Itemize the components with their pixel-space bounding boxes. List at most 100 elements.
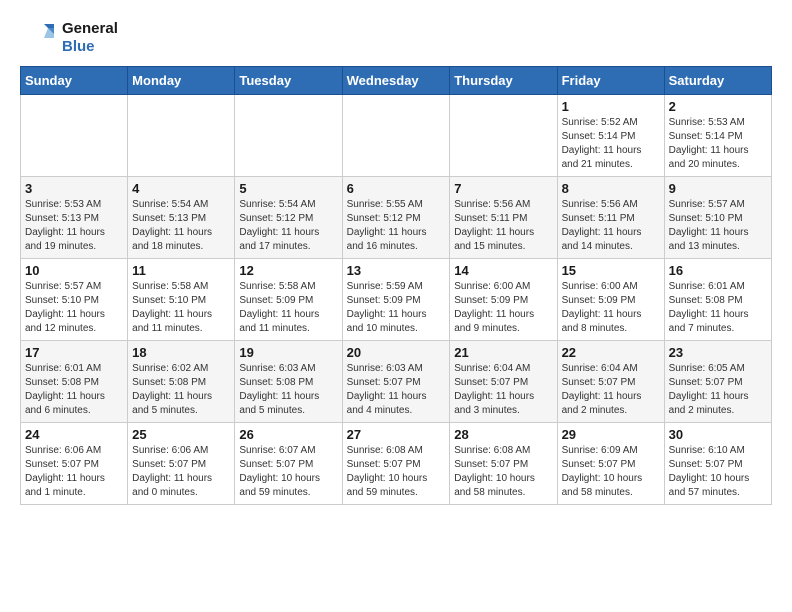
day-number: 29 [562, 427, 660, 442]
day-number: 18 [132, 345, 230, 360]
day-number: 7 [454, 181, 552, 196]
day-cell: 30 Sunrise: 6:10 AM Sunset: 5:07 PM Dayli… [664, 423, 771, 505]
day-info: Sunrise: 5:52 AM Sunset: 5:14 PM Dayligh… [562, 116, 660, 172]
day-info: Sunrise: 6:08 AM Sunset: 5:07 PM Dayligh… [454, 444, 552, 500]
day-cell [450, 95, 557, 177]
day-number: 15 [562, 263, 660, 278]
logo: General Blue [20, 20, 118, 56]
day-info: Sunrise: 5:57 AM Sunset: 5:10 PM Dayligh… [25, 280, 123, 336]
day-info: Sunrise: 6:01 AM Sunset: 5:08 PM Dayligh… [25, 362, 123, 418]
week-row-3: 10 Sunrise: 5:57 AM Sunset: 5:10 PM Dayli… [21, 259, 772, 341]
day-info: Sunrise: 6:05 AM Sunset: 5:07 PM Dayligh… [669, 362, 767, 418]
day-cell: 28 Sunrise: 6:08 AM Sunset: 5:07 PM Dayli… [450, 423, 557, 505]
header-row: SundayMondayTuesdayWednesdayThursdayFrid… [21, 67, 772, 95]
day-number: 12 [239, 263, 337, 278]
day-cell: 8 Sunrise: 5:56 AM Sunset: 5:11 PM Daylig… [557, 177, 664, 259]
col-header-saturday: Saturday [664, 67, 771, 95]
day-number: 4 [132, 181, 230, 196]
day-number: 10 [25, 263, 123, 278]
day-info: Sunrise: 6:03 AM Sunset: 5:08 PM Dayligh… [239, 362, 337, 418]
day-cell [128, 95, 235, 177]
day-cell: 18 Sunrise: 6:02 AM Sunset: 5:08 PM Dayli… [128, 341, 235, 423]
col-header-thursday: Thursday [450, 67, 557, 95]
day-cell: 24 Sunrise: 6:06 AM Sunset: 5:07 PM Dayli… [21, 423, 128, 505]
day-cell: 21Sunrise: 6:04 AM Sunset: 5:07 PM Dayli… [450, 341, 557, 423]
day-number: 14 [454, 263, 552, 278]
day-number: 28 [454, 427, 552, 442]
week-row-2: 3 Sunrise: 5:53 AM Sunset: 5:13 PM Daylig… [21, 177, 772, 259]
day-info: Sunrise: 5:58 AM Sunset: 5:10 PM Dayligh… [132, 280, 230, 336]
day-info: Sunrise: 5:53 AM Sunset: 5:14 PM Dayligh… [669, 116, 767, 172]
day-cell: 27 Sunrise: 6:08 AM Sunset: 5:07 PM Dayli… [342, 423, 450, 505]
day-info: Sunrise: 5:53 AM Sunset: 5:13 PM Dayligh… [25, 198, 123, 254]
day-info: Sunrise: 6:02 AM Sunset: 5:08 PM Dayligh… [132, 362, 230, 418]
day-cell: 16 Sunrise: 6:01 AM Sunset: 5:08 PM Dayli… [664, 259, 771, 341]
day-info: Sunrise: 6:00 AM Sunset: 5:09 PM Dayligh… [562, 280, 660, 336]
day-info: Sunrise: 6:04 AM Sunset: 5:07 PM Dayligh… [562, 362, 660, 418]
day-number: 16 [669, 263, 767, 278]
day-number: 17 [25, 345, 123, 360]
day-cell: 1 Sunrise: 5:52 AM Sunset: 5:14 PM Daylig… [557, 95, 664, 177]
day-cell: 10 Sunrise: 5:57 AM Sunset: 5:10 PM Dayli… [21, 259, 128, 341]
day-number: 9 [669, 181, 767, 196]
day-info: Sunrise: 5:57 AM Sunset: 5:10 PM Dayligh… [669, 198, 767, 254]
col-header-sunday: Sunday [21, 67, 128, 95]
day-cell: 5Sunrise: 5:54 AM Sunset: 5:12 PM Daylig… [235, 177, 342, 259]
header: General Blue [20, 20, 772, 56]
day-number: 2 [669, 99, 767, 114]
day-cell: 11Sunrise: 5:58 AM Sunset: 5:10 PM Dayli… [128, 259, 235, 341]
day-number: 30 [669, 427, 767, 442]
day-cell: 13Sunrise: 5:59 AM Sunset: 5:09 PM Dayli… [342, 259, 450, 341]
day-info: Sunrise: 5:56 AM Sunset: 5:11 PM Dayligh… [562, 198, 660, 254]
day-number: 1 [562, 99, 660, 114]
day-info: Sunrise: 6:00 AM Sunset: 5:09 PM Dayligh… [454, 280, 552, 336]
day-cell [235, 95, 342, 177]
day-number: 23 [669, 345, 767, 360]
week-row-5: 24 Sunrise: 6:06 AM Sunset: 5:07 PM Dayli… [21, 423, 772, 505]
logo-general-text: General [62, 20, 118, 38]
day-info: Sunrise: 5:54 AM Sunset: 5:12 PM Dayligh… [239, 198, 337, 254]
day-info: Sunrise: 5:58 AM Sunset: 5:09 PM Dayligh… [239, 280, 337, 336]
day-cell: 26 Sunrise: 6:07 AM Sunset: 5:07 PM Dayli… [235, 423, 342, 505]
col-header-monday: Monday [128, 67, 235, 95]
day-number: 27 [347, 427, 446, 442]
day-cell: 3 Sunrise: 5:53 AM Sunset: 5:13 PM Daylig… [21, 177, 128, 259]
day-info: Sunrise: 5:54 AM Sunset: 5:13 PM Dayligh… [132, 198, 230, 254]
day-number: 25 [132, 427, 230, 442]
day-info: Sunrise: 6:10 AM Sunset: 5:07 PM Dayligh… [669, 444, 767, 500]
day-cell: 2 Sunrise: 5:53 AM Sunset: 5:14 PM Daylig… [664, 95, 771, 177]
day-cell: 20 Sunrise: 6:03 AM Sunset: 5:07 PM Dayli… [342, 341, 450, 423]
day-number: 26 [239, 427, 337, 442]
day-info: Sunrise: 6:06 AM Sunset: 5:07 PM Dayligh… [132, 444, 230, 500]
day-cell: 25 Sunrise: 6:06 AM Sunset: 5:07 PM Dayli… [128, 423, 235, 505]
day-info: Sunrise: 6:03 AM Sunset: 5:07 PM Dayligh… [347, 362, 446, 418]
day-cell: 17 Sunrise: 6:01 AM Sunset: 5:08 PM Dayli… [21, 341, 128, 423]
day-info: Sunrise: 6:07 AM Sunset: 5:07 PM Dayligh… [239, 444, 337, 500]
col-header-friday: Friday [557, 67, 664, 95]
day-number: 6 [347, 181, 446, 196]
day-cell: 22Sunrise: 6:04 AM Sunset: 5:07 PM Dayli… [557, 341, 664, 423]
day-cell: 15 Sunrise: 6:00 AM Sunset: 5:09 PM Dayli… [557, 259, 664, 341]
day-cell: 29 Sunrise: 6:09 AM Sunset: 5:07 PM Dayli… [557, 423, 664, 505]
day-number: 8 [562, 181, 660, 196]
day-cell: 12 Sunrise: 5:58 AM Sunset: 5:09 PM Dayli… [235, 259, 342, 341]
day-info: Sunrise: 5:56 AM Sunset: 5:11 PM Dayligh… [454, 198, 552, 254]
day-info: Sunrise: 6:06 AM Sunset: 5:07 PM Dayligh… [25, 444, 123, 500]
day-info: Sunrise: 6:04 AM Sunset: 5:07 PM Dayligh… [454, 362, 552, 418]
day-info: Sunrise: 6:01 AM Sunset: 5:08 PM Dayligh… [669, 280, 767, 336]
day-cell: 7 Sunrise: 5:56 AM Sunset: 5:11 PM Daylig… [450, 177, 557, 259]
day-number: 24 [25, 427, 123, 442]
day-cell: 19Sunrise: 6:03 AM Sunset: 5:08 PM Dayli… [235, 341, 342, 423]
day-cell: 9 Sunrise: 5:57 AM Sunset: 5:10 PM Daylig… [664, 177, 771, 259]
calendar-table: SundayMondayTuesdayWednesdayThursdayFrid… [20, 66, 772, 505]
day-info: Sunrise: 6:09 AM Sunset: 5:07 PM Dayligh… [562, 444, 660, 500]
day-number: 3 [25, 181, 123, 196]
day-cell [21, 95, 128, 177]
logo-svg [20, 20, 56, 56]
day-info: Sunrise: 6:08 AM Sunset: 5:07 PM Dayligh… [347, 444, 446, 500]
day-cell: 6Sunrise: 5:55 AM Sunset: 5:12 PM Daylig… [342, 177, 450, 259]
col-header-wednesday: Wednesday [342, 67, 450, 95]
day-cell: 4 Sunrise: 5:54 AM Sunset: 5:13 PM Daylig… [128, 177, 235, 259]
week-row-1: 1 Sunrise: 5:52 AM Sunset: 5:14 PM Daylig… [21, 95, 772, 177]
day-number: 20 [347, 345, 446, 360]
